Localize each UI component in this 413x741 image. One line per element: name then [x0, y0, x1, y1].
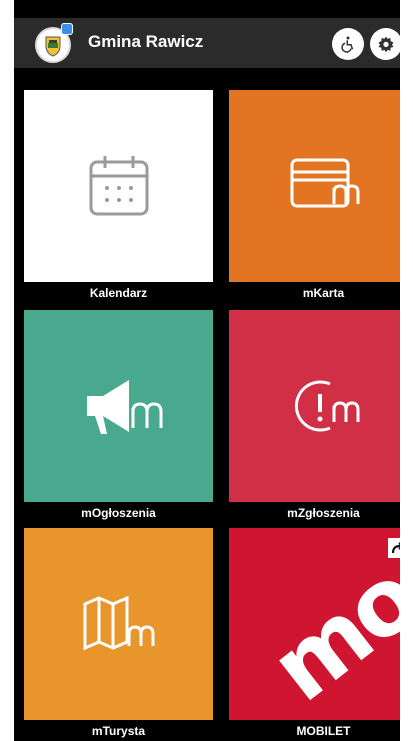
page-title: Gmina Rawicz: [88, 32, 204, 51]
tile-label: MOBILET: [296, 724, 351, 738]
settings-button[interactable]: [370, 28, 400, 60]
gear-icon: [378, 36, 394, 53]
tile-mobilet[interactable]: mo: [229, 528, 400, 720]
card-m-icon: [290, 158, 359, 208]
tile-label: mKarta: [302, 286, 345, 300]
tile-mturysta[interactable]: [24, 528, 213, 720]
header-bar: Gmina Rawicz: [14, 18, 400, 68]
wheelchair-icon: [341, 36, 354, 53]
tile-kalendarz[interactable]: [24, 90, 213, 282]
app-screen: Gmina Rawicz Kalendarz mKarta mOgłoszeni…: [14, 0, 400, 741]
calendar-icon: [89, 156, 148, 216]
tile-label: mTurysta: [91, 724, 146, 738]
map-m-icon: [83, 595, 154, 651]
alert-m-icon: [294, 380, 359, 432]
accessibility-button[interactable]: [332, 28, 364, 60]
external-link-icon[interactable]: [388, 538, 400, 558]
tile-mogloszenia[interactable]: [24, 310, 213, 502]
tile-label: mOgłoszenia: [81, 506, 156, 520]
tile-label: Kalendarz: [89, 286, 148, 300]
tile-mzgloszenia[interactable]: [229, 310, 400, 502]
tile-label: mZgłoszenia: [287, 506, 360, 520]
notification-badge: [61, 23, 73, 35]
mobilet-logo: mo: [251, 544, 400, 720]
tile-mkarta[interactable]: [229, 90, 400, 282]
megaphone-m-icon: [86, 380, 162, 434]
